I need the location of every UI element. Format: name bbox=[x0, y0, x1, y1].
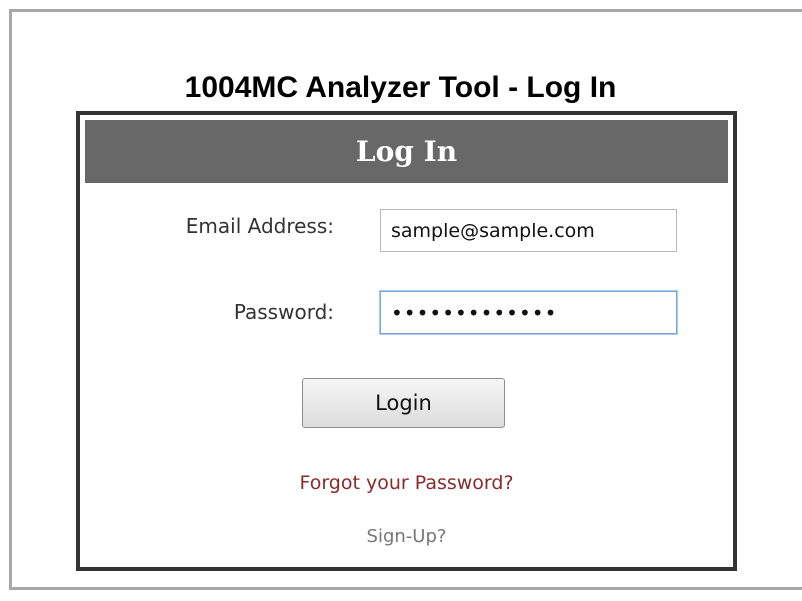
login-button[interactable]: Login bbox=[302, 378, 505, 428]
sign-up-link[interactable]: Sign-Up? bbox=[80, 526, 733, 548]
login-panel: Log In Email Address: Password: Login Fo… bbox=[76, 111, 737, 571]
password-label: Password: bbox=[233, 300, 334, 324]
email-field[interactable] bbox=[380, 209, 677, 252]
forgot-password-link[interactable]: Forgot your Password? bbox=[80, 471, 733, 495]
page-title: 1004MC Analyzer Tool - Log In bbox=[184, 71, 617, 104]
login-panel-header: Log In bbox=[85, 120, 728, 183]
password-field[interactable] bbox=[380, 291, 677, 334]
email-label: Email Address: bbox=[185, 214, 334, 238]
